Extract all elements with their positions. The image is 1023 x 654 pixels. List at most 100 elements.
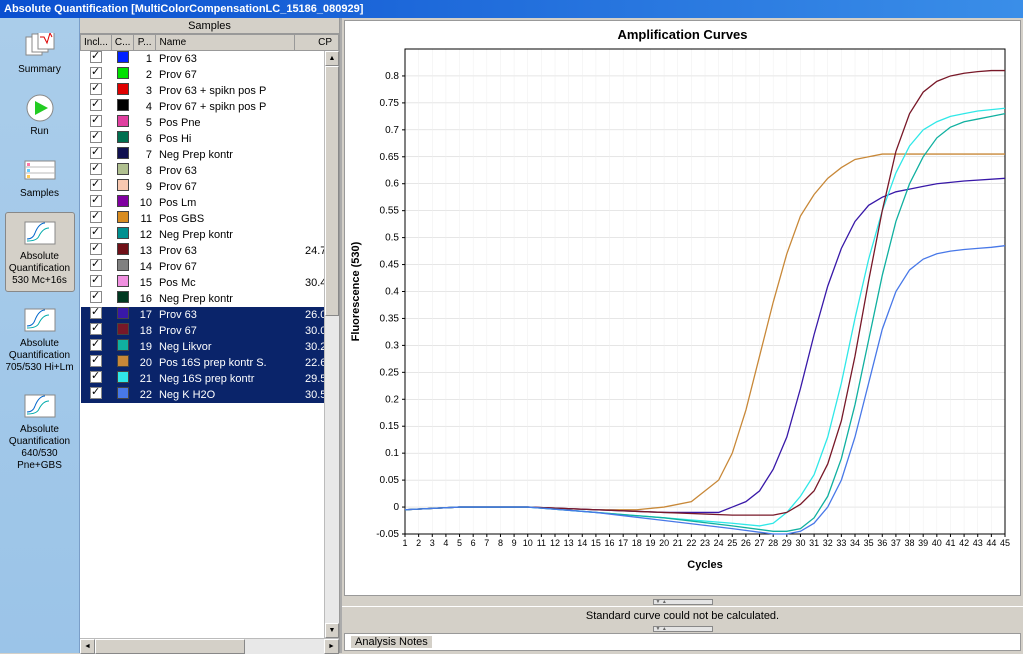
table-row[interactable]: 18Prov 6730.01	[81, 323, 339, 339]
color-swatch	[117, 387, 129, 399]
splitter2[interactable]: ▼ ▲	[342, 625, 1023, 633]
pos-cell: 3	[134, 83, 156, 99]
name-cell: Prov 63	[156, 163, 295, 179]
analysis-notes[interactable]: Analysis Notes	[344, 633, 1021, 651]
include-checkbox[interactable]	[90, 147, 102, 159]
color-swatch	[117, 371, 129, 383]
sidebar-item-abs-quant-640[interactable]: Absolute Quantification 640/530 Pne+GBS	[5, 386, 75, 476]
table-row[interactable]: 21Neg 16S prep kontr29.58	[81, 371, 339, 387]
include-checkbox[interactable]	[90, 195, 102, 207]
include-checkbox[interactable]	[90, 291, 102, 303]
table-row[interactable]: 9Prov 67	[81, 179, 339, 195]
include-checkbox[interactable]	[90, 259, 102, 271]
table-row[interactable]: 20Pos 16S prep kontr S.22.69	[81, 355, 339, 371]
table-row[interactable]: 4Prov 67 + spikn pos P	[81, 99, 339, 115]
table-row[interactable]: 10Pos Lm	[81, 195, 339, 211]
col-pos[interactable]: P...	[134, 35, 156, 51]
table-row[interactable]: 11Pos GBS	[81, 211, 339, 227]
col-include[interactable]: Incl...	[81, 35, 112, 51]
col-name[interactable]: Name	[156, 35, 295, 51]
include-checkbox[interactable]	[90, 83, 102, 95]
pos-cell: 1	[134, 51, 156, 67]
include-checkbox[interactable]	[90, 387, 102, 399]
include-checkbox[interactable]	[90, 371, 102, 383]
name-cell: Prov 63	[156, 51, 295, 67]
samples-table[interactable]: Incl... C... P... Name CP 1Prov 632Prov …	[80, 34, 339, 638]
svg-text:22: 22	[686, 538, 696, 548]
pos-cell: 19	[134, 339, 156, 355]
splitter[interactable]: ▼ ▲	[342, 598, 1023, 606]
svg-text:26: 26	[741, 538, 751, 548]
table-row[interactable]: 13Prov 6324.72	[81, 243, 339, 259]
scroll-left-button[interactable]: ◄	[80, 639, 95, 654]
table-row[interactable]: 2Prov 67	[81, 67, 339, 83]
vertical-scrollbar[interactable]: ▲ ▼	[324, 51, 339, 638]
include-checkbox[interactable]	[90, 115, 102, 127]
sidebar-item-samples[interactable]: Samples	[5, 150, 75, 204]
table-row[interactable]: 6Pos Hi	[81, 131, 339, 147]
svg-text:0.1: 0.1	[385, 448, 399, 459]
name-cell: Prov 67	[156, 259, 295, 275]
table-row[interactable]: 7Neg Prep kontr	[81, 147, 339, 163]
table-row[interactable]: 8Prov 63	[81, 163, 339, 179]
chart-title: Amplification Curves	[345, 21, 1020, 44]
horizontal-scrollbar[interactable]: ◄ ►	[80, 638, 339, 653]
include-checkbox[interactable]	[90, 163, 102, 175]
table-row[interactable]: 17Prov 6326.00	[81, 307, 339, 323]
sidebar-item-abs-quant-530[interactable]: Absolute Quantification 530 Mc+16s	[5, 212, 75, 292]
include-checkbox[interactable]	[90, 355, 102, 367]
svg-text:31: 31	[809, 538, 819, 548]
table-row[interactable]: 5Pos Pne	[81, 115, 339, 131]
sidebar-item-abs-quant-705[interactable]: Absolute Quantification 705/530 Hi+Lm	[5, 300, 75, 378]
include-checkbox[interactable]	[90, 99, 102, 111]
table-row[interactable]: 3Prov 63 + spikn pos P	[81, 83, 339, 99]
svg-text:Cycles: Cycles	[687, 559, 722, 571]
include-checkbox[interactable]	[90, 211, 102, 223]
scroll-thumb-h[interactable]	[95, 639, 245, 654]
include-checkbox[interactable]	[90, 227, 102, 239]
include-checkbox[interactable]	[90, 243, 102, 255]
col-color[interactable]: C...	[111, 35, 134, 51]
include-checkbox[interactable]	[90, 339, 102, 351]
scroll-up-button[interactable]: ▲	[325, 51, 339, 66]
include-checkbox[interactable]	[90, 323, 102, 335]
svg-text:0.35: 0.35	[380, 313, 400, 324]
name-cell: Prov 67	[156, 67, 295, 83]
include-checkbox[interactable]	[90, 275, 102, 287]
svg-text:25: 25	[727, 538, 737, 548]
svg-text:14: 14	[577, 538, 587, 548]
table-row[interactable]: 22Neg K H2O30.52	[81, 387, 339, 403]
table-row[interactable]: 12Neg Prep kontr	[81, 227, 339, 243]
name-cell: Pos GBS	[156, 211, 295, 227]
include-checkbox[interactable]	[90, 67, 102, 79]
svg-text:17: 17	[618, 538, 628, 548]
samples-panel: Samples Incl... C... P... Name CP 1Prov …	[80, 18, 340, 653]
sidebar-item-run[interactable]: Run	[5, 88, 75, 142]
summary-icon	[24, 30, 56, 62]
scroll-right-button[interactable]: ►	[324, 639, 339, 654]
svg-text:41: 41	[945, 538, 955, 548]
table-row[interactable]: 15Pos Mc30.48	[81, 275, 339, 291]
scroll-down-button[interactable]: ▼	[325, 623, 339, 638]
pos-cell: 11	[134, 211, 156, 227]
table-row[interactable]: 14Prov 67	[81, 259, 339, 275]
include-checkbox[interactable]	[90, 307, 102, 319]
svg-text:35: 35	[864, 538, 874, 548]
col-cp[interactable]: CP	[295, 35, 339, 51]
include-checkbox[interactable]	[90, 131, 102, 143]
scroll-thumb[interactable]	[325, 66, 339, 316]
sidebar-item-summary[interactable]: Summary	[5, 26, 75, 80]
amplification-chart[interactable]: Amplification Curves -0.0500.050.10.150.…	[344, 20, 1021, 596]
color-swatch	[117, 275, 129, 287]
chart-icon	[24, 217, 56, 249]
pos-cell: 8	[134, 163, 156, 179]
svg-text:4: 4	[443, 538, 448, 548]
name-cell: Pos Hi	[156, 131, 295, 147]
table-row[interactable]: 1Prov 63	[81, 51, 339, 67]
table-row[interactable]: 16Neg Prep kontr	[81, 291, 339, 307]
svg-text:0.05: 0.05	[380, 475, 400, 486]
svg-text:0: 0	[393, 502, 399, 513]
include-checkbox[interactable]	[90, 179, 102, 191]
table-row[interactable]: 19Neg Likvor30.20	[81, 339, 339, 355]
include-checkbox[interactable]	[90, 51, 102, 63]
